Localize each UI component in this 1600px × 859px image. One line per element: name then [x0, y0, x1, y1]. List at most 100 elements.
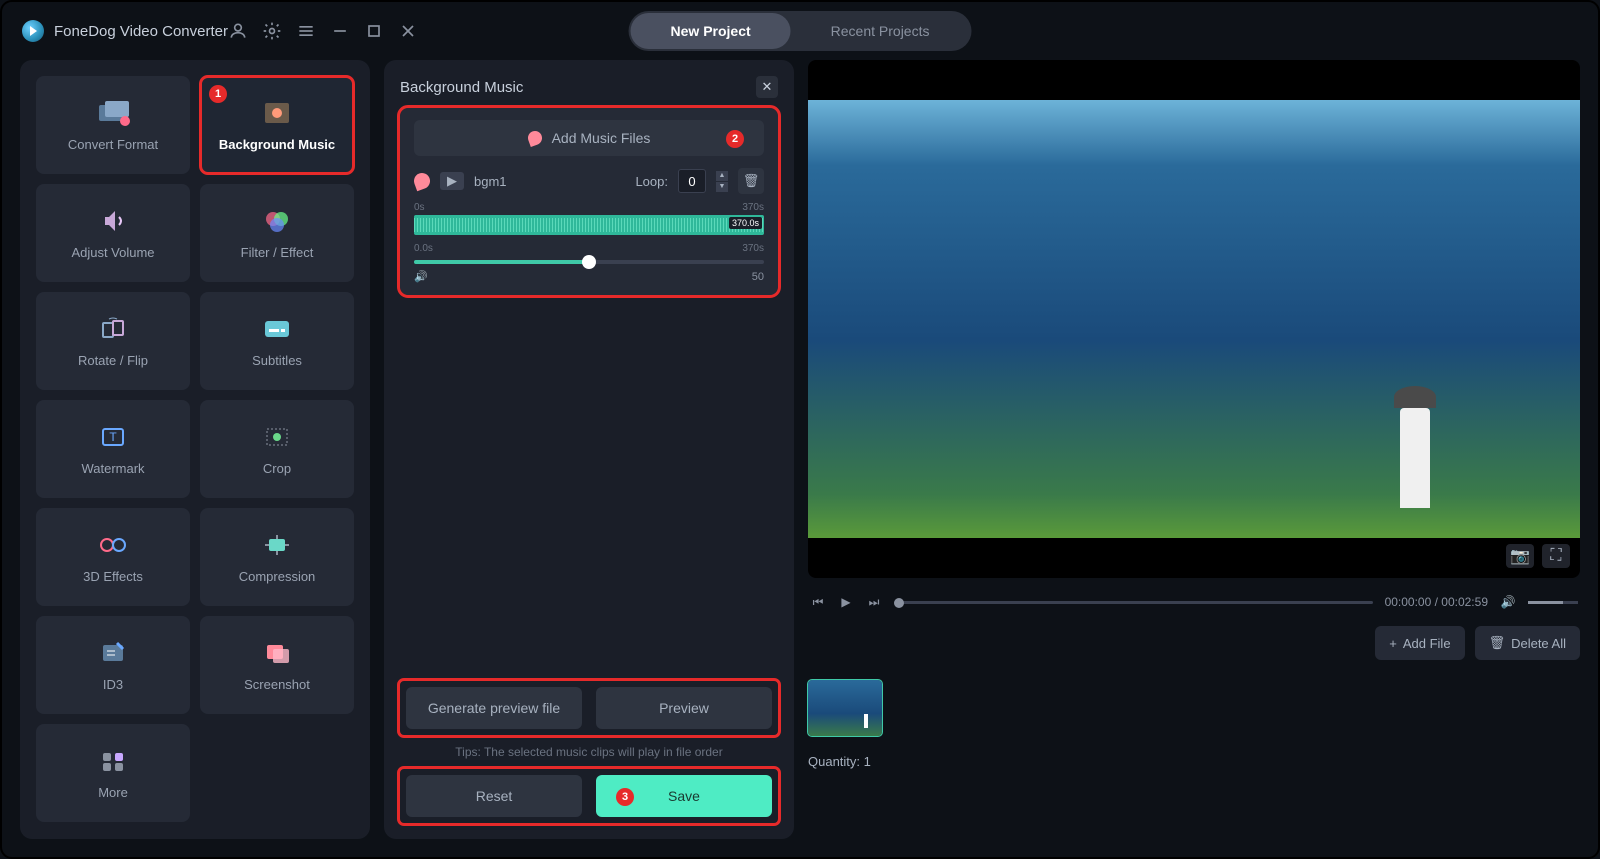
- tool-convert-format[interactable]: Convert Format: [36, 76, 190, 174]
- tool-more[interactable]: More: [36, 724, 190, 822]
- playback-bar: ⏮ ▶ ⏭ 00:00:00 / 00:02:59 🔊: [808, 588, 1580, 616]
- tool-label: Compression: [239, 569, 316, 584]
- rotate-flip-icon: [95, 315, 131, 343]
- tool-rotate-flip[interactable]: Rotate / Flip: [36, 292, 190, 390]
- svg-text:T: T: [109, 430, 117, 444]
- tool-label: Adjust Volume: [71, 245, 154, 260]
- tool-label: More: [98, 785, 128, 800]
- convert-format-icon: [95, 99, 131, 127]
- tool-subtitles[interactable]: Subtitles: [200, 292, 354, 390]
- loop-stepper[interactable]: ▲▼: [716, 171, 728, 192]
- settings-icon[interactable]: [262, 21, 282, 41]
- panel-close-button[interactable]: ✕: [756, 76, 778, 98]
- adjust-volume-icon: [95, 207, 131, 235]
- vol-start-label: 0.0s: [414, 243, 433, 254]
- tool-3d-effects[interactable]: 3D Effects: [36, 508, 190, 606]
- video-preview: 📷 ⛶: [808, 60, 1580, 578]
- tool-id3[interactable]: ID3: [36, 616, 190, 714]
- step-badge-3: 3: [616, 788, 634, 806]
- quantity-label: Quantity: 1: [808, 754, 1580, 769]
- skip-forward-icon[interactable]: ⏭: [866, 594, 882, 610]
- save-button[interactable]: 3 Save: [596, 775, 772, 817]
- step-badge-2: 2: [726, 130, 744, 148]
- fullscreen-icon[interactable]: ⛶: [1542, 544, 1570, 568]
- screenshot-icon: [259, 639, 295, 667]
- close-icon[interactable]: [398, 21, 418, 41]
- waveform-bar[interactable]: 370.0s: [414, 215, 764, 235]
- skip-back-icon[interactable]: ⏮: [810, 594, 826, 610]
- panel-title: Background Music: [400, 79, 523, 96]
- tool-crop[interactable]: Crop: [200, 400, 354, 498]
- subtitles-icon: [259, 315, 295, 343]
- app-logo-icon: [22, 20, 44, 42]
- time-display: 00:00:00 / 00:02:59: [1385, 595, 1488, 609]
- minimize-icon[interactable]: [330, 21, 350, 41]
- crop-icon: [259, 423, 295, 451]
- project-tabs: New Project Recent Projects: [629, 11, 972, 51]
- tool-screenshot[interactable]: Screenshot: [200, 616, 354, 714]
- tool-label: Watermark: [81, 461, 144, 476]
- loop-label: Loop:: [635, 174, 668, 189]
- tab-recent-projects[interactable]: Recent Projects: [791, 13, 970, 49]
- trash-icon: 🗑: [1489, 635, 1506, 651]
- tool-label: Subtitles: [252, 353, 302, 368]
- menu-icon[interactable]: [296, 21, 316, 41]
- tips-text: Tips: The selected music clips will play…: [400, 745, 778, 759]
- tool-label: Screenshot: [244, 677, 310, 692]
- volume-row: 0.0s370s 🔊50: [414, 243, 764, 283]
- tool-label: ID3: [103, 677, 123, 692]
- volume-icon: 🔊: [414, 270, 428, 283]
- file-thumbnail[interactable]: [808, 680, 882, 736]
- vol-end-label: 370s: [742, 243, 764, 254]
- track-delete-button[interactable]: 🗑: [738, 168, 764, 194]
- generate-preview-button[interactable]: Generate preview file: [406, 687, 582, 729]
- snapshot-icon[interactable]: 📷: [1506, 544, 1534, 568]
- tool-label: Background Music: [219, 137, 335, 152]
- preview-button[interactable]: Preview: [596, 687, 772, 729]
- background-music-panel: Background Music ✕ Add Music Files 2 ▶ b…: [384, 60, 794, 839]
- save-label: Save: [668, 788, 700, 804]
- track-play-button[interactable]: ▶: [440, 172, 464, 190]
- loop-input[interactable]: [678, 169, 706, 193]
- more-icon: [95, 747, 131, 775]
- volume-icon[interactable]: 🔊: [1500, 594, 1516, 610]
- waveform-row: 0s 370s 370.0s: [414, 202, 764, 235]
- thumbnail-area: Quantity: 1: [808, 670, 1580, 769]
- music-note-icon: [526, 129, 544, 147]
- tool-background-music[interactable]: 1 Background Music: [200, 76, 354, 174]
- watermark-icon: T: [95, 423, 131, 451]
- tool-label: Crop: [263, 461, 291, 476]
- delete-all-label: Delete All: [1511, 636, 1566, 651]
- add-file-button[interactable]: + Add File: [1375, 626, 1464, 660]
- add-music-files-button[interactable]: Add Music Files 2: [414, 120, 764, 156]
- maximize-icon[interactable]: [364, 21, 384, 41]
- music-settings-block: Add Music Files 2 ▶ bgm1 Loop: ▲▼ 🗑 0s37…: [400, 108, 778, 295]
- add-file-label: Add File: [1403, 636, 1451, 651]
- tool-filter-effect[interactable]: Filter / Effect: [200, 184, 354, 282]
- preview-image: [808, 100, 1580, 538]
- delete-all-button[interactable]: 🗑 Delete All: [1475, 626, 1580, 660]
- wave-start-label: 0s: [414, 202, 425, 213]
- volume-bar[interactable]: [1528, 601, 1578, 604]
- tool-watermark[interactable]: T Watermark: [36, 400, 190, 498]
- reset-button[interactable]: Reset: [406, 775, 582, 817]
- waveform-tip: 370.0s: [729, 217, 762, 229]
- tab-new-project[interactable]: New Project: [631, 13, 791, 49]
- wave-end-label: 370s: [742, 202, 764, 213]
- play-icon[interactable]: ▶: [838, 594, 854, 610]
- tool-panel: Convert Format 1 Background Music Adjust…: [20, 60, 370, 839]
- preview-content: [1400, 408, 1430, 508]
- account-icon[interactable]: [228, 21, 248, 41]
- background-music-icon: [259, 99, 295, 127]
- plus-icon: +: [1389, 636, 1397, 651]
- app-title-text: FoneDog Video Converter: [54, 23, 228, 40]
- id3-icon: [95, 639, 131, 667]
- tool-label: Convert Format: [68, 137, 158, 152]
- tool-label: Filter / Effect: [241, 245, 314, 260]
- tool-compression[interactable]: Compression: [200, 508, 354, 606]
- step-badge-1: 1: [209, 85, 227, 103]
- add-music-label: Add Music Files: [552, 130, 651, 146]
- playback-slider[interactable]: [894, 601, 1373, 604]
- volume-slider[interactable]: [414, 260, 764, 264]
- tool-adjust-volume[interactable]: Adjust Volume: [36, 184, 190, 282]
